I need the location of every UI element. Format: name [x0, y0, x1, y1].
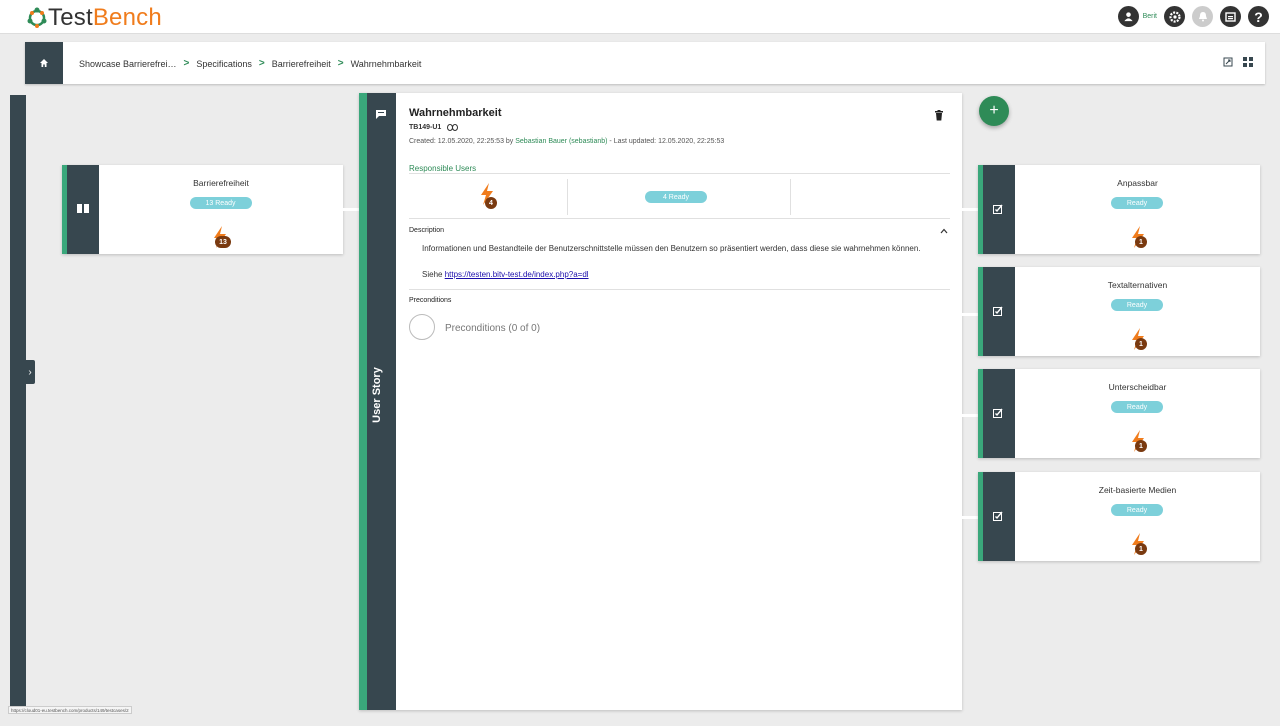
book-icon: [77, 204, 89, 214]
home-icon: [40, 59, 48, 67]
trash-icon[interactable]: [934, 110, 944, 121]
user-avatar-icon[interactable]: [1117, 6, 1139, 27]
card-title: Barrierefreiheit: [193, 178, 249, 188]
chevron-up-icon[interactable]: [940, 228, 948, 234]
card-title: Zeit-basierte Medien: [1098, 485, 1177, 495]
testbench-logo-icon: [27, 7, 47, 28]
count-badge: 1: [1135, 543, 1147, 555]
detail-panel: User Story Wahrnehmbarkeit TB149-U1 Crea…: [359, 93, 962, 710]
testbench-logo[interactable]: Test Bench: [26, 4, 162, 32]
responsible-users-row: 4 4 Ready: [409, 179, 950, 215]
responsible-status-badge: 4 Ready: [645, 191, 707, 203]
child-card[interactable]: Unterscheidbar Ready 1: [978, 369, 1260, 458]
count-badge: 13: [215, 236, 231, 248]
card-title: Unterscheidbar: [1108, 382, 1167, 392]
responsible-count-badge: 4: [485, 197, 497, 209]
breadcrumb-bar: Showcase Barrierefrei… > Specifications …: [25, 42, 1265, 84]
left-rail: [10, 95, 26, 710]
description-header[interactable]: Description: [409, 227, 444, 234]
divider: [409, 173, 950, 174]
card-title: Anpassbar: [1117, 178, 1158, 188]
meta-updated: - Last updated: 12.05.2020, 22:25:53: [607, 138, 725, 145]
breadcrumb-item-current: Wahrnehmbarkeit: [350, 58, 422, 69]
description-link-line: Siehe https://testen.bitv-test.de/index.…: [422, 270, 589, 279]
responsible-users-label: Responsible Users: [409, 164, 477, 173]
divider-vertical: [567, 179, 568, 215]
card-type-bar: [62, 165, 99, 254]
panel-type-bar: User Story: [359, 93, 396, 710]
grid-view-icon[interactable]: [1243, 57, 1253, 67]
checklist-icon: [993, 511, 1005, 521]
top-bar: Test Bench Berit ?: [0, 0, 1280, 34]
calendar-icon[interactable]: [1220, 6, 1241, 27]
comment-icon: [376, 110, 386, 119]
user-name[interactable]: Berit: [1143, 13, 1157, 20]
meta-user-link[interactable]: Sebastian Bauer (sebastianb): [515, 138, 607, 145]
chevron-right-icon: >: [337, 58, 344, 69]
status-badge: 13 Ready: [189, 197, 252, 209]
home-button[interactable]: [25, 42, 63, 84]
card-title: Textalternativen: [1107, 280, 1168, 290]
breadcrumb-item-barrierefreiheit[interactable]: Barrierefreiheit: [272, 59, 331, 69]
child-card[interactable]: Textalternativen Ready 1: [978, 267, 1260, 356]
meta-created: Created: 12.05.2020, 22:25:53 by: [409, 138, 516, 145]
bitv-link[interactable]: https://testen.bitv-test.de/index.php?a=…: [445, 270, 589, 279]
child-card[interactable]: Zeit-basierte Medien Ready 1: [978, 472, 1260, 561]
breadcrumb-item-specifications[interactable]: Specifications: [196, 59, 252, 69]
chevron-right-icon: >: [258, 58, 265, 69]
link-icon[interactable]: [447, 124, 459, 131]
breadcrumb-item-product[interactable]: Showcase Barrierefrei…: [79, 59, 177, 69]
parent-card[interactable]: Barrierefreiheit 13 Ready 13: [62, 165, 343, 254]
status-badge: Ready: [1111, 401, 1163, 413]
item-meta: Created: 12.05.2020, 22:25:53 by Sebasti…: [409, 138, 724, 145]
checklist-icon: [993, 306, 1005, 316]
description-text: Informationen und Bestandteile der Benut…: [422, 244, 921, 253]
page-title: Wahrnehmbarkeit: [409, 107, 502, 119]
logo-text-test: Test: [48, 4, 93, 31]
connector-line: [343, 208, 359, 211]
divider: [409, 218, 950, 219]
notifications-bell-icon[interactable]: [1192, 6, 1213, 27]
panel-type-label: User Story: [371, 367, 383, 423]
logo-text-bench: Bench: [92, 4, 162, 31]
expand-sidebar-button[interactable]: ›: [25, 360, 35, 384]
status-url: https://cloud01-eu.testbench.com/product…: [8, 706, 132, 714]
chevron-right-icon: >: [183, 58, 190, 69]
siehe-text: Siehe: [422, 270, 445, 279]
status-badge: Ready: [1111, 504, 1163, 516]
count-badge: 1: [1135, 236, 1147, 248]
card-type-bar: [978, 369, 1015, 458]
settings-gear-icon[interactable]: [1164, 6, 1185, 27]
checklist-icon: [993, 408, 1005, 418]
connector-line: [962, 414, 978, 417]
item-id-text: TB149-U1: [409, 124, 442, 131]
item-id: TB149-U1: [409, 124, 459, 131]
status-badge: Ready: [1111, 299, 1163, 311]
status-badge: Ready: [1111, 197, 1163, 209]
card-type-bar: [978, 472, 1015, 561]
connector-line: [962, 516, 978, 519]
preconditions-header: Preconditions: [409, 297, 452, 304]
add-button[interactable]: +: [979, 96, 1009, 126]
connector-line: [962, 208, 978, 211]
preconditions-progress-circle: [409, 314, 435, 340]
card-type-bar: [978, 165, 1015, 254]
help-question-icon[interactable]: ?: [1248, 6, 1269, 27]
breadcrumb: Showcase Barrierefrei… > Specifications …: [79, 58, 421, 69]
checklist-icon: [993, 204, 1005, 214]
child-card[interactable]: Anpassbar Ready 1: [978, 165, 1260, 254]
divider: [409, 289, 950, 290]
open-external-icon[interactable]: [1223, 57, 1233, 67]
card-type-bar: [978, 267, 1015, 356]
preconditions-count[interactable]: Preconditions (0 of 0): [445, 323, 540, 334]
count-badge: 1: [1135, 338, 1147, 350]
count-badge: 1: [1135, 440, 1147, 452]
connector-line: [962, 313, 978, 316]
divider-vertical: [790, 179, 791, 215]
